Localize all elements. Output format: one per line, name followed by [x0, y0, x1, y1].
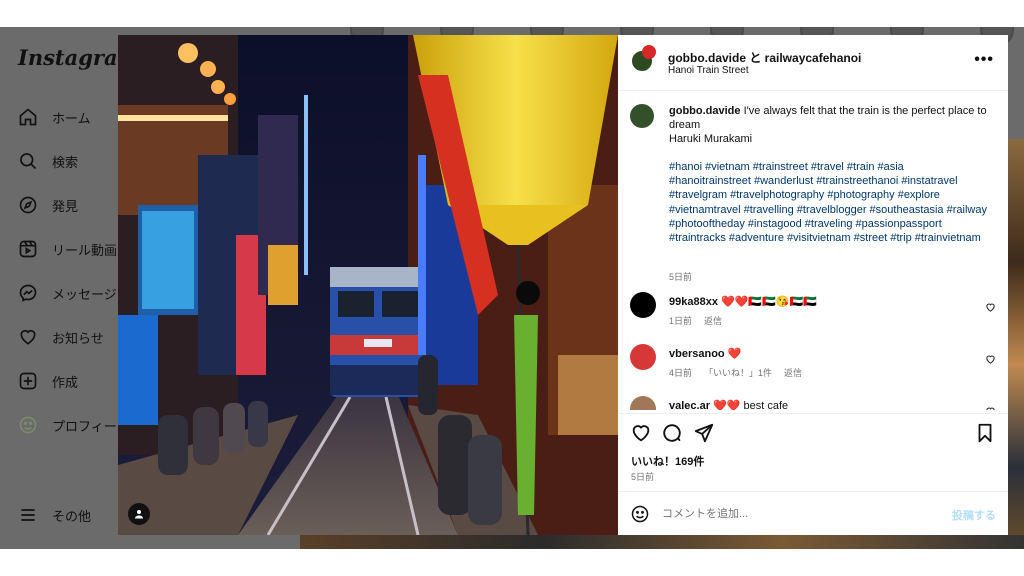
sidebar-item-label: お知らせ [52, 330, 104, 346]
post-header: gobbo.davide と railwaycafehanoi Hanoi Tr… [618, 35, 1008, 91]
post-details-panel: gobbo.davide と railwaycafehanoi Hanoi Tr… [618, 35, 1008, 535]
comment-item: 99ka88xx ❤️❤️🇦🇪🇦🇪😘🇦🇪🇦🇪 1日前 返信 [618, 292, 1008, 340]
caption-author: Haruki Murakami [669, 133, 753, 145]
comment-username[interactable]: 99ka88xx [669, 296, 718, 308]
sidebar-item-reels[interactable]: リール動画 [18, 235, 117, 263]
share-button[interactable] [693, 422, 715, 444]
feed-bottom-strip [300, 535, 1024, 549]
comment-like-button[interactable] [985, 300, 996, 312]
train-street-photo [118, 35, 618, 535]
save-button[interactable] [974, 422, 996, 444]
feed-thumbnails [1008, 139, 1024, 549]
home-icon [18, 107, 38, 127]
comment-like-button[interactable] [985, 352, 996, 364]
post-date: 5日前 [631, 472, 655, 482]
comment-meta: 4日前 「いいね！」1件 返信 [669, 366, 814, 379]
user-icon [135, 510, 143, 519]
sidebar-item-label: 発見 [52, 198, 79, 214]
more-options-button[interactable]: ••• [974, 51, 994, 69]
send-icon [694, 423, 714, 443]
caption-time: 5日前 [669, 272, 693, 282]
compass-icon [18, 195, 38, 215]
sidebar-item-label: ホーム [52, 110, 91, 126]
comment-button[interactable] [661, 422, 683, 444]
comment-likes[interactable]: 「いいね！」1件 [704, 368, 772, 378]
sidebar-item-label: リール動画 [52, 242, 118, 258]
post-comment-button[interactable]: 投稿する [952, 507, 996, 523]
collaborator-avatar[interactable] [642, 45, 656, 59]
menu-icon [18, 505, 38, 525]
sidebar-item-profile[interactable]: プロフィール [18, 411, 130, 439]
comment-icon [663, 424, 681, 442]
sidebar-item-label: 検索 [52, 154, 79, 170]
heart-icon [18, 327, 38, 347]
post-location[interactable]: Hanoi Train Street [668, 65, 749, 76]
post-caption: gobbo.davide I've always felt that the t… [669, 104, 987, 146]
comment-input[interactable] [662, 502, 932, 526]
sidebar-item-label: 作成 [52, 374, 79, 390]
comment-item: vbersanoo ❤️ 4日前 「いいね！」1件 返信 [618, 344, 1008, 392]
add-comment-bar: 投稿する [618, 491, 1008, 535]
commenter-avatar[interactable] [630, 396, 656, 410]
comment-reply-button[interactable]: 返信 [704, 316, 722, 326]
comment-body: ❤️❤️🇦🇪🇦🇪😘🇦🇪🇦🇪 [721, 296, 817, 308]
sidebar: Instagram ホーム 検索 発見 リール動画 メッセージ お知らせ 作成 … [0, 27, 140, 549]
plus-square-icon [18, 371, 38, 391]
sidebar-item-label: メッセージ [52, 286, 117, 302]
comment-body: ❤️ [727, 348, 742, 360]
sidebar-item-label: その他 [52, 508, 92, 524]
emoji-icon [631, 505, 649, 523]
heart-icon [986, 407, 995, 410]
sidebar-item-search[interactable]: 検索 [18, 147, 78, 175]
comment-body: ❤️❤️ best cafe [713, 400, 789, 410]
post-authors[interactable]: gobbo.davide と railwaycafehanoi [668, 49, 861, 66]
comment-meta: 1日前 返信 [669, 314, 734, 327]
comment-time: 1日前 [669, 316, 693, 326]
profile-avatar-icon [18, 415, 38, 435]
instagram-app: Instagram ホーム 検索 発見 リール動画 メッセージ お知らせ 作成 … [0, 27, 1024, 549]
bookmark-icon [978, 423, 992, 443]
comment-time: 4日前 [669, 368, 693, 378]
sidebar-item-home[interactable]: ホーム [18, 103, 91, 131]
comments-list[interactable]: gobbo.davide I've always felt that the t… [618, 92, 1008, 410]
comment-text: vbersanoo ❤️ [669, 347, 741, 360]
caption-username[interactable]: gobbo.davide [669, 105, 741, 117]
sidebar-item-explore[interactable]: 発見 [18, 191, 78, 219]
comment-like-button[interactable] [985, 404, 996, 410]
caption-hashtags[interactable]: #hanoi #vietnam #trainstreet #travel #tr… [669, 160, 987, 245]
post-image[interactable] [118, 35, 618, 535]
heart-icon [986, 355, 995, 364]
heart-icon [986, 303, 995, 312]
tagged-users-button[interactable] [128, 503, 150, 525]
like-button[interactable] [630, 422, 652, 444]
sidebar-item-notifications[interactable]: お知らせ [18, 323, 104, 351]
messenger-icon [18, 283, 38, 303]
reels-icon [18, 239, 38, 259]
like-count[interactable]: いいね！169件 [631, 453, 704, 469]
more-horizontal-icon: ••• [974, 51, 994, 68]
sidebar-item-create[interactable]: 作成 [18, 367, 78, 395]
comment-text: 99ka88xx ❤️❤️🇦🇪🇦🇪😘🇦🇪🇦🇪 [669, 295, 817, 308]
comment-username[interactable]: vbersanoo [669, 348, 725, 360]
post-actions [618, 413, 1008, 443]
sidebar-item-messages[interactable]: メッセージ [18, 279, 117, 307]
screen: Instagram ホーム 検索 発見 リール動画 メッセージ お知らせ 作成 … [0, 0, 1024, 576]
comment-reply-button[interactable]: 返信 [784, 368, 802, 378]
caption-author-avatar[interactable] [630, 104, 654, 128]
commenter-avatar[interactable] [630, 344, 656, 370]
search-icon [18, 151, 38, 171]
comment-item: valec.ar ❤️❤️ best cafe [618, 396, 1008, 410]
commenter-avatar[interactable] [630, 292, 656, 318]
emoji-button[interactable] [630, 504, 650, 524]
sidebar-item-more[interactable]: その他 [18, 501, 91, 529]
comment-text: valec.ar ❤️❤️ best cafe [669, 399, 788, 410]
comment-username[interactable]: valec.ar [669, 400, 710, 410]
heart-icon [632, 425, 650, 442]
